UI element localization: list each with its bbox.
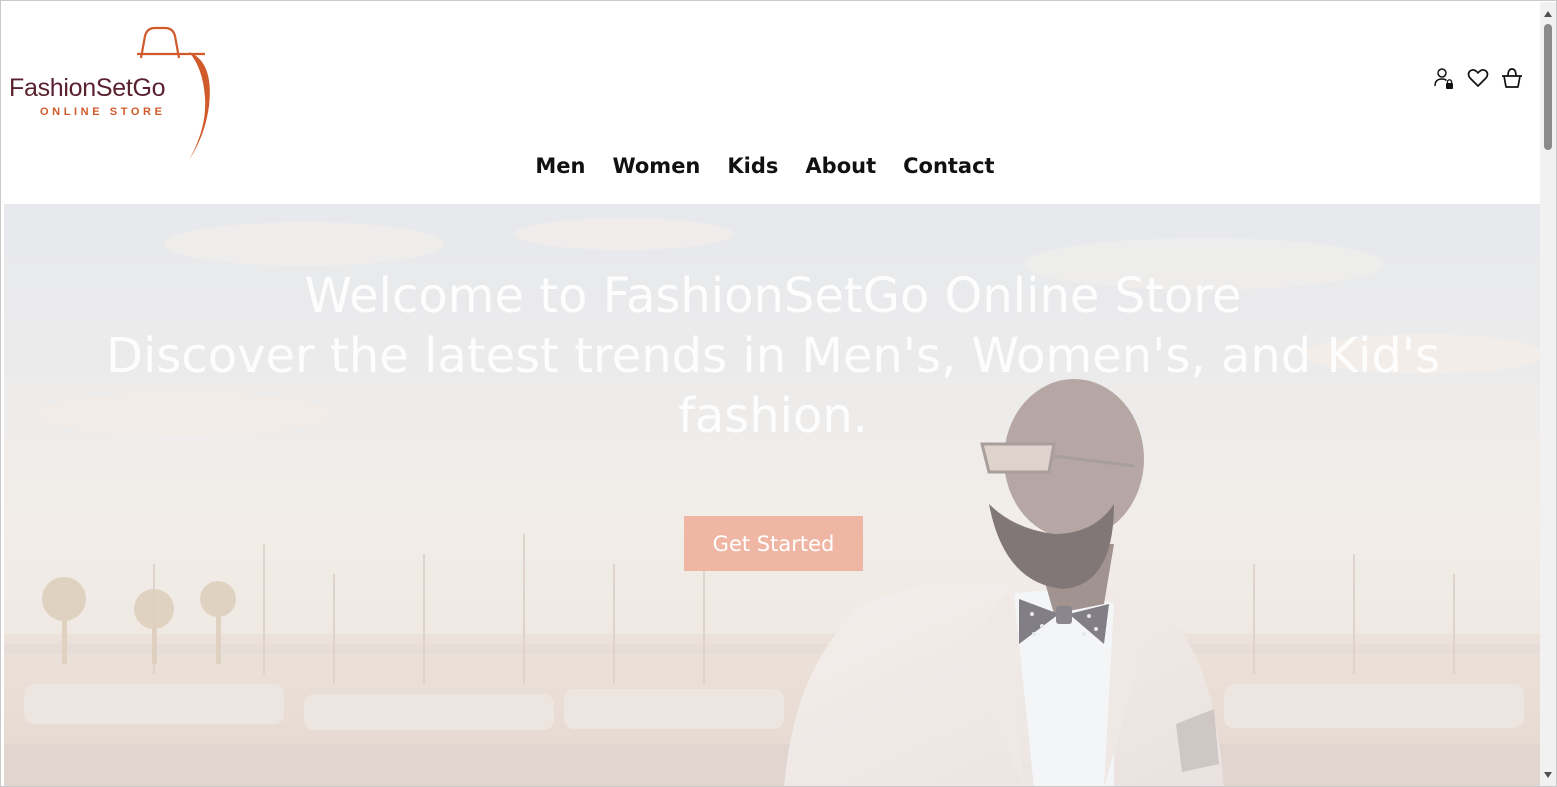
nav-women[interactable]: Women xyxy=(612,154,700,178)
site-header: FashionSetGo ONLINE STORE Men Women Kids… xyxy=(4,2,1542,204)
nav-contact[interactable]: Contact xyxy=(903,154,995,178)
header-icons xyxy=(1432,66,1524,90)
site-logo[interactable]: FashionSetGo ONLINE STORE xyxy=(9,24,219,164)
heart-icon[interactable] xyxy=(1466,66,1490,90)
hero-headline: Welcome to FashionSetGo Online Store Dis… xyxy=(4,266,1542,446)
main-nav: Men Women Kids About Contact xyxy=(4,154,1542,178)
scroll-down-arrow-icon[interactable] xyxy=(1540,767,1556,783)
user-lock-icon[interactable] xyxy=(1432,66,1456,90)
nav-kids[interactable]: Kids xyxy=(727,154,778,178)
logo-wordmark: FashionSetGo xyxy=(9,74,166,102)
hero-banner: Welcome to FashionSetGo Online Store Dis… xyxy=(4,204,1542,786)
nav-about[interactable]: About xyxy=(805,154,876,178)
basket-icon[interactable] xyxy=(1500,66,1524,90)
vertical-scrollbar[interactable] xyxy=(1540,2,1556,786)
nav-men[interactable]: Men xyxy=(535,154,585,178)
scroll-up-arrow-icon[interactable] xyxy=(1540,6,1556,22)
logo-subtitle: ONLINE STORE xyxy=(40,106,166,118)
browser-window: FashionSetGo ONLINE STORE Men Women Kids… xyxy=(0,0,1557,787)
hero-title-line1: Welcome to FashionSetGo Online Store xyxy=(304,268,1242,324)
scrollbar-thumb[interactable] xyxy=(1544,24,1552,150)
hero-title-line2: Discover the latest trends in Men's, Wom… xyxy=(106,328,1440,444)
get-started-button[interactable]: Get Started xyxy=(684,516,863,571)
